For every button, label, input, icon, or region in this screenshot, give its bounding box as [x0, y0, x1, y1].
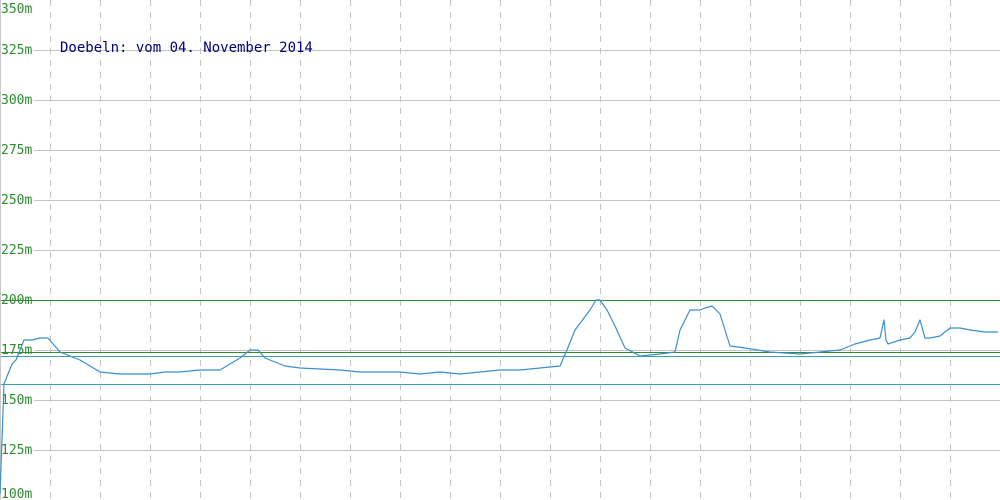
y-tick-label: 200m — [1, 293, 32, 308]
y-tick-label: 250m — [1, 193, 32, 208]
y-tick-label: 275m — [1, 143, 32, 158]
chart-title: Doebeln: vom 04. November 2014 — [60, 40, 313, 56]
y-tick-label: 100m — [1, 487, 32, 500]
y-tick-label: 125m — [1, 443, 32, 458]
y-tick-label: 350m — [1, 2, 32, 17]
y-tick-label: 325m — [1, 43, 32, 58]
y-tick-label: 150m — [1, 393, 32, 408]
y-tick-label: 300m — [1, 93, 32, 108]
y-tick-label: 175m — [1, 343, 32, 358]
y-tick-label: 225m — [1, 243, 32, 258]
elevation-chart: 350m 325m 300m 275m 250m 225m 200m 175m 150m 125m… — [0, 0, 1000, 500]
